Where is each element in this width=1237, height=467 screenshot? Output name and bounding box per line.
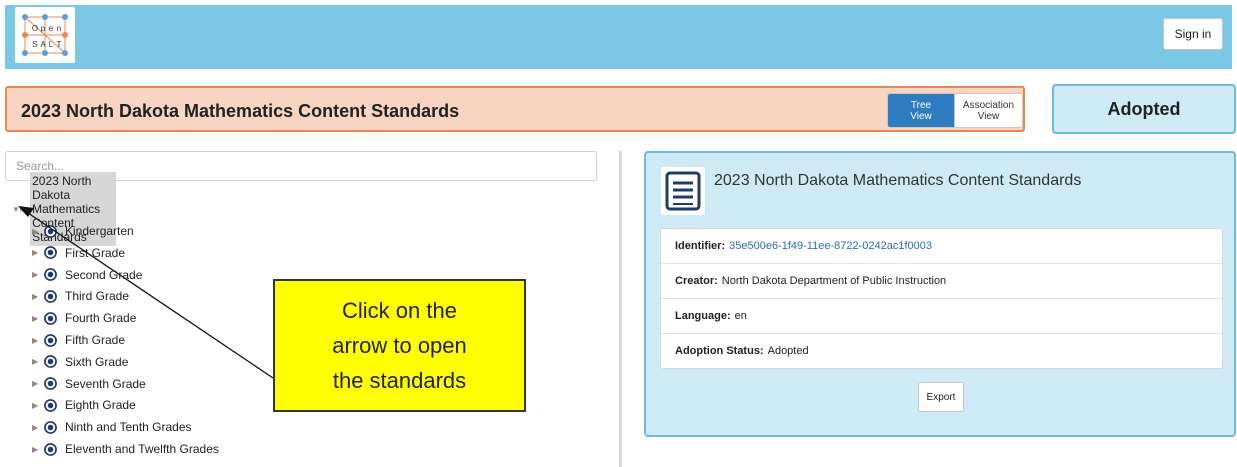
callout-line: arrow to open xyxy=(332,333,467,358)
document-title: 2023 North Dakota Mathematics Content St… xyxy=(21,101,460,121)
logo-letter: p xyxy=(41,24,46,33)
pane-splitter[interactable] xyxy=(619,151,622,467)
target-radio-icon xyxy=(44,268,57,282)
top-header-bar: O p e n S A L T Sign in xyxy=(5,5,1232,69)
expand-triangle-icon[interactable]: ▶ xyxy=(32,445,44,454)
tree-node[interactable]: ▶ Eighth Grade xyxy=(32,395,136,415)
logo-letter: O xyxy=(32,24,38,33)
tree-node[interactable]: ▶ Eleventh and Twelfth Grades xyxy=(32,439,219,459)
tree-view-button[interactable]: Tree View xyxy=(888,94,954,127)
tree-node-label[interactable]: Eighth Grade xyxy=(65,398,136,412)
language-value: en xyxy=(734,310,747,322)
tree-node-label[interactable]: Seventh Grade xyxy=(65,377,146,391)
target-radio-icon xyxy=(44,311,57,325)
adoption-status-label: Adoption Status: xyxy=(675,345,764,357)
callout-line: the standards xyxy=(332,368,467,393)
sign-in-button[interactable]: Sign in xyxy=(1163,18,1223,50)
identifier-link[interactable]: 35e500e6-1f49-11ee-8722-0242ac1f0003 xyxy=(729,240,932,252)
tree-node-label[interactable]: Fifth Grade xyxy=(65,333,125,347)
document-icon xyxy=(20,206,24,212)
tree-node[interactable]: ▶ Fifth Grade xyxy=(32,330,125,350)
tree-root-node[interactable]: ▼ 2023 North Dakota Mathematics Content … xyxy=(12,172,117,246)
expand-triangle-icon[interactable]: ▶ xyxy=(32,248,44,257)
callout-text: Click on the arrow to open the standards xyxy=(332,293,467,398)
tree-node-label[interactable]: Sixth Grade xyxy=(65,355,128,369)
document-details-panel: 2023 North Dakota Mathematics Content St… xyxy=(644,151,1236,437)
document-large-icon xyxy=(661,167,705,215)
expand-triangle-icon[interactable]: ▶ xyxy=(32,423,44,432)
creator-row: Creator: North Dakota Department of Publ… xyxy=(661,264,1222,299)
logo-graphic: O p e n S A L T xyxy=(22,14,68,56)
expand-triangle-icon[interactable]: ▼ xyxy=(12,205,20,214)
details-title: 2023 North Dakota Mathematics Content St… xyxy=(714,172,1082,189)
tree-node[interactable]: ▶ First Grade xyxy=(32,243,125,263)
tree-node-label[interactable]: Eleventh and Twelfth Grades xyxy=(65,442,219,456)
target-radio-icon xyxy=(44,398,57,412)
identifier-row: Identifier: 35e500e6-1f49-11ee-8722-0242… xyxy=(661,229,1222,264)
tree-node[interactable]: ▶ Second Grade xyxy=(32,265,142,285)
adoption-status-value: Adopted xyxy=(767,345,809,357)
target-radio-icon xyxy=(44,355,57,369)
adoption-status-row: Adoption Status: Adopted xyxy=(661,334,1222,368)
callout-line: Click on the xyxy=(342,298,457,323)
creator-label: Creator: xyxy=(675,275,718,287)
logo-letter: A xyxy=(40,40,46,49)
expand-triangle-icon[interactable]: ▶ xyxy=(32,292,44,301)
expand-triangle-icon[interactable]: ▶ xyxy=(32,227,44,236)
logo-letter: S xyxy=(32,40,37,49)
expand-triangle-icon[interactable]: ▶ xyxy=(32,401,44,410)
opensalt-logo[interactable]: O p e n S A L T xyxy=(15,7,75,63)
target-radio-icon xyxy=(44,224,57,238)
language-label: Language: xyxy=(675,310,731,322)
tree-node[interactable]: ▶ Kindergarten xyxy=(32,221,134,241)
logo-letter: T xyxy=(57,40,62,49)
view-toggle: Tree View Association View xyxy=(887,93,1023,128)
tree-node-label[interactable]: First Grade xyxy=(65,246,125,260)
details-list: Identifier: 35e500e6-1f49-11ee-8722-0242… xyxy=(660,228,1223,369)
target-radio-icon xyxy=(44,442,57,456)
expand-triangle-icon[interactable]: ▶ xyxy=(32,314,44,323)
tree-view-label: Tree View xyxy=(910,99,932,122)
tree-node[interactable]: ▶ Fourth Grade xyxy=(32,308,136,328)
association-view-button[interactable]: Association View xyxy=(954,94,1022,127)
association-view-label: Association View xyxy=(962,99,1015,122)
adoption-status-badge: Adopted xyxy=(1052,84,1236,134)
tree-node-label[interactable]: Second Grade xyxy=(65,268,142,282)
target-radio-icon xyxy=(44,289,57,303)
tree-node[interactable]: ▶ Ninth and Tenth Grades xyxy=(32,417,192,437)
instruction-callout: Click on the arrow to open the standards xyxy=(273,279,526,412)
target-radio-icon xyxy=(44,377,57,391)
tree-node[interactable]: ▶ Sixth Grade xyxy=(32,352,128,372)
target-radio-icon xyxy=(44,333,57,347)
logo-letter: n xyxy=(57,24,61,33)
identifier-label: Identifier: xyxy=(675,240,726,252)
tree-node-label[interactable]: Fourth Grade xyxy=(65,311,136,325)
logo-letter: e xyxy=(49,24,54,33)
expand-triangle-icon[interactable]: ▶ xyxy=(32,336,44,345)
tree-node-label[interactable]: Kindergarten xyxy=(65,224,134,238)
language-row: Language: en xyxy=(661,299,1222,334)
logo-letter: L xyxy=(49,40,54,49)
document-title-bar: 2023 North Dakota Mathematics Content St… xyxy=(5,86,1025,132)
target-radio-icon xyxy=(44,420,57,434)
tree-node[interactable]: ▶ Seventh Grade xyxy=(32,374,146,394)
tree-node-label[interactable]: Third Grade xyxy=(65,289,129,303)
creator-value: North Dakota Department of Public Instru… xyxy=(721,275,947,287)
expand-triangle-icon[interactable]: ▶ xyxy=(32,379,44,388)
expand-triangle-icon[interactable]: ▶ xyxy=(32,270,44,279)
tree-node-label[interactable]: Ninth and Tenth Grades xyxy=(65,420,192,434)
export-button[interactable]: Export xyxy=(918,382,964,412)
target-radio-icon xyxy=(44,246,57,260)
expand-triangle-icon[interactable]: ▶ xyxy=(32,357,44,366)
tree-node[interactable]: ▶ Third Grade xyxy=(32,286,129,306)
